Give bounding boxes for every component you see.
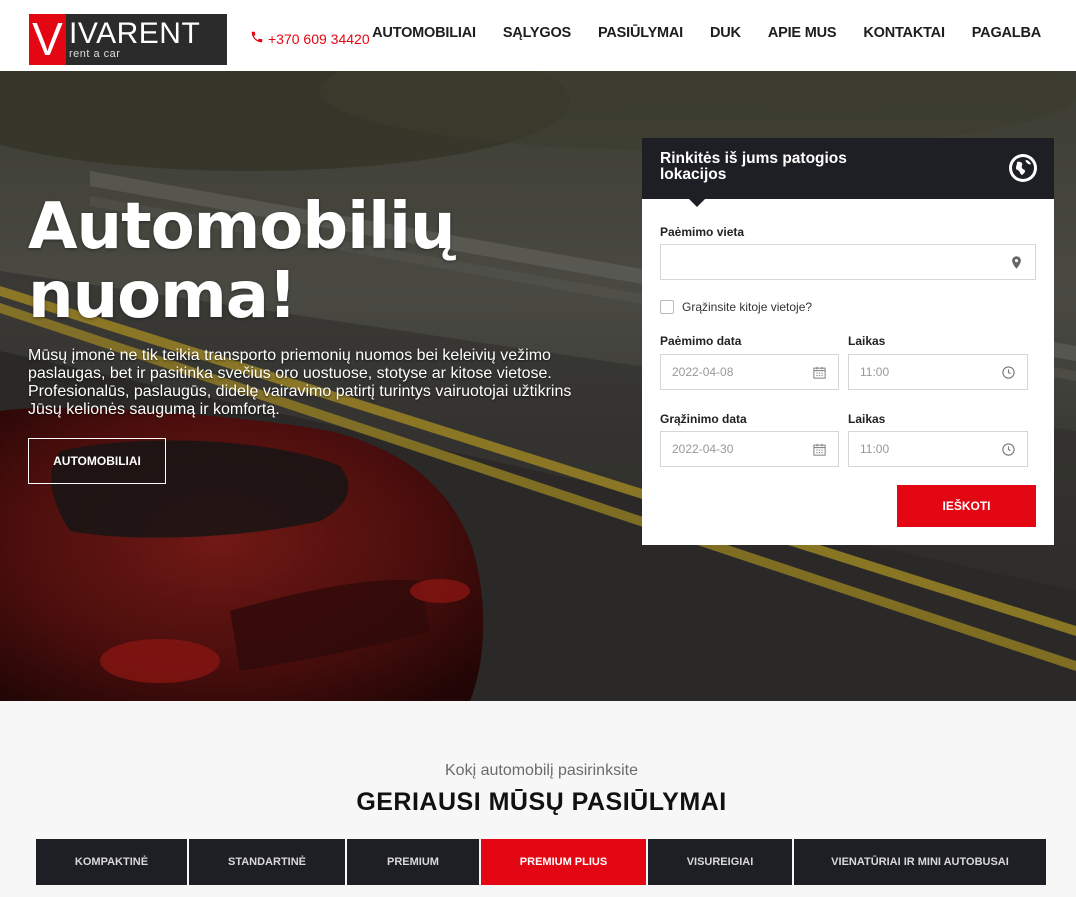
hero-cars-button[interactable]: AUTOMOBILIAI: [28, 438, 166, 484]
tab-standartine[interactable]: STANDARTINĖ: [189, 839, 345, 885]
booking-title: Rinkitės iš jums patogios lokacijos: [660, 150, 847, 183]
tab-visureigiai[interactable]: VISUREIGIAI: [648, 839, 792, 885]
nav-apie-mus[interactable]: APIE MUS: [768, 25, 837, 41]
logo-tagline: rent a car: [69, 48, 121, 60]
return-date-label: Grąžinimo data: [660, 412, 747, 426]
return-other-location-label: Grąžinsite kitoje vietoje?: [682, 300, 813, 314]
pickup-time-input[interactable]: 11:00: [848, 354, 1028, 390]
pickup-location-input[interactable]: [660, 244, 1036, 280]
nav-automobiliai[interactable]: AUTOMOBILIAI: [372, 25, 476, 41]
pickup-location-label: Paėmimo vieta: [660, 225, 745, 239]
search-button[interactable]: IEŠKOTI: [897, 485, 1036, 527]
return-time-input[interactable]: 11:00: [848, 431, 1028, 467]
phone-icon: [250, 30, 264, 47]
return-date-input[interactable]: 2022-04-30: [660, 431, 839, 467]
tab-vienaturiai[interactable]: VIENATŪRIAI IR MINI AUTOBUSAI: [794, 839, 1046, 885]
tab-kompaktine[interactable]: KOMPAKTINĖ: [36, 839, 187, 885]
return-other-location-checkbox[interactable]: Grąžinsite kitoje vietoje?: [660, 300, 812, 314]
site-header: V IVARENT rent a car +370 609 34420 AUTO…: [0, 0, 1076, 71]
calendar-icon: [813, 366, 826, 379]
offers-title: GERIAUSI MŪSŲ PASIŪLYMAI: [356, 788, 727, 816]
hero-title: Automobilių nuoma!: [28, 190, 455, 333]
clock-icon: [1002, 443, 1015, 456]
nav-duk[interactable]: DUK: [710, 25, 741, 41]
nav-kontaktai[interactable]: KONTAKTAI: [863, 25, 945, 41]
nav-pagalba[interactable]: PAGALBA: [972, 25, 1041, 41]
booking-header: Rinkitės iš jums patogios lokacijos: [642, 138, 1054, 207]
nav-pasiulymai[interactable]: PASIŪLYMAI: [598, 25, 683, 41]
pickup-time-label: Laikas: [848, 334, 886, 348]
clock-icon: [1002, 366, 1015, 379]
hero-description: Mūsų įmonė ne tik teikia transporto prie…: [28, 347, 572, 418]
nav-salygos[interactable]: SĄLYGOS: [503, 25, 571, 41]
pickup-date-label: Paėmimo data: [660, 334, 742, 348]
offers-subtitle: Kokį automobilį pasirinksite: [445, 762, 638, 779]
globe-icon: [1009, 154, 1037, 182]
logo-letter: V: [29, 14, 66, 65]
offers-tabs: KOMPAKTINĖ STANDARTINĖ PREMIUM PREMIUM P…: [36, 839, 1046, 885]
checkbox[interactable]: [660, 300, 674, 314]
pickup-date-input[interactable]: 2022-04-08: [660, 354, 839, 390]
main-nav: AUTOMOBILIAI SĄLYGOS PASIŪLYMAI DUK APIE…: [345, 25, 1041, 41]
location-pin-icon: [1012, 256, 1021, 269]
tab-premium-plius[interactable]: PREMIUM PLIUS: [481, 839, 646, 885]
calendar-icon: [813, 443, 826, 456]
tab-premium[interactable]: PREMIUM: [347, 839, 479, 885]
return-time-label: Laikas: [848, 412, 886, 426]
logo[interactable]: V IVARENT rent a car: [29, 14, 227, 65]
booking-widget: Rinkitės iš jums patogios lokacijos Paėm…: [642, 138, 1054, 545]
logo-word: IVARENT: [69, 17, 201, 50]
